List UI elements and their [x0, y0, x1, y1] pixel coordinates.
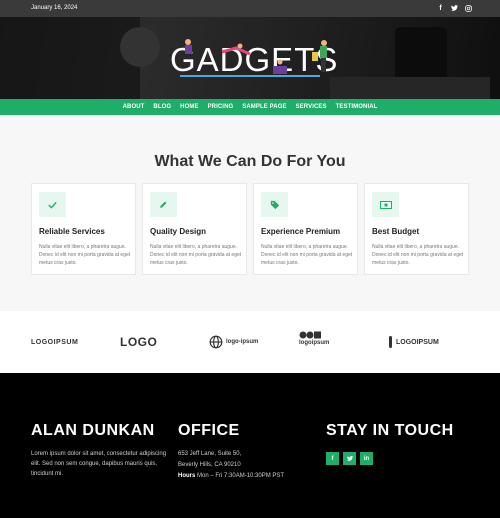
nav-sample-page[interactable]: SAMPLE PAGE [242, 104, 286, 110]
twitter-icon[interactable] [343, 452, 356, 465]
current-date: January 16, 2024 [31, 5, 78, 11]
footer-about-title: ALAN DUNKAN [31, 422, 155, 439]
service-card: Quality Design Nulla vitae elit libero, … [142, 183, 247, 275]
footer-office-title: OFFICE [178, 422, 240, 439]
check-icon [39, 192, 66, 217]
logo-illustration [180, 39, 327, 77]
nav-about[interactable]: ABOUT [123, 104, 145, 110]
partner-logo: LOGO [120, 335, 158, 349]
footer-address-line2: Beverly Hills, CA 90210 [178, 462, 241, 468]
facebook-icon[interactable]: f [437, 3, 444, 13]
service-description: Nulla vitae elit libero, a pharetra augu… [261, 244, 353, 266]
logo-mark-icon [299, 331, 321, 339]
footer-social-links: f in [326, 452, 373, 465]
partner-logo: logoipsum [299, 331, 329, 349]
services-section: What We Can Do For You Reliable Services… [0, 115, 500, 311]
money-icon [372, 192, 399, 217]
partner-logo: LOGOIPSUM [388, 333, 439, 351]
header-banner: GADGETS [0, 17, 500, 99]
globe-icon [209, 335, 223, 349]
facebook-icon[interactable]: f [326, 452, 339, 465]
site-logo[interactable]: GADGETS [170, 38, 337, 78]
nav-blog[interactable]: BLOG [153, 104, 171, 110]
partner-logo: logo-ipsum [209, 333, 258, 351]
nav-services[interactable]: SERVICES [296, 104, 327, 110]
services-heading: What We Can Do For You [154, 153, 346, 170]
background-photo-region [0, 17, 140, 99]
footer-about-text: Lorem ipsum dolor sit amet, consectetur … [31, 451, 167, 477]
partner-logo: LOGOIPSUM [31, 338, 79, 346]
service-description: Nulla vitae elit libero, a pharetra augu… [150, 244, 242, 266]
logo-mark-icon [389, 336, 392, 348]
service-card: Reliable Services Nulla vitae elit liber… [31, 183, 136, 275]
top-bar: January 16, 2024 f [0, 0, 500, 17]
background-object [120, 27, 160, 67]
instagram-icon[interactable] [465, 3, 472, 13]
background-object [330, 77, 490, 99]
service-title: Experience Premium [261, 227, 341, 236]
footer-address-line1: 653 Jeff Lane, Suite 50, [178, 451, 242, 457]
tag-icon [261, 192, 288, 217]
site-footer: ALAN DUNKAN Lorem ipsum dolor sit amet, … [0, 373, 500, 518]
main-navigation: ABOUT BLOG HOME PRICING SAMPLE PAGE SERV… [0, 99, 500, 115]
service-card: Experience Premium Nulla vitae elit libe… [253, 183, 358, 275]
service-description: Nulla vitae elit libero, a pharetra augu… [372, 244, 464, 266]
nav-testimonial[interactable]: TESTIMONIAL [336, 104, 378, 110]
twitter-icon[interactable] [451, 3, 458, 13]
pencil-icon [150, 192, 177, 217]
footer-contact-title: STAY IN TOUCH [326, 422, 454, 439]
linkedin-icon[interactable]: in [360, 452, 373, 465]
service-card: Best Budget Nulla vitae elit libero, a p… [364, 183, 469, 275]
service-description: Nulla vitae elit libero, a pharetra augu… [39, 244, 131, 266]
top-social-links: f [437, 3, 472, 13]
nav-home[interactable]: HOME [180, 104, 198, 110]
nav-pricing[interactable]: PRICING [208, 104, 234, 110]
footer-hours: Hours Mon – Fri 7:30AM-10:30PM PST [178, 473, 285, 479]
service-title: Quality Design [150, 227, 207, 236]
service-title: Best Budget [372, 227, 420, 236]
service-title: Reliable Services [39, 227, 105, 236]
partner-logos: LOGOIPSUM LOGO logo-ipsum logoipsum LOGO… [0, 311, 500, 373]
